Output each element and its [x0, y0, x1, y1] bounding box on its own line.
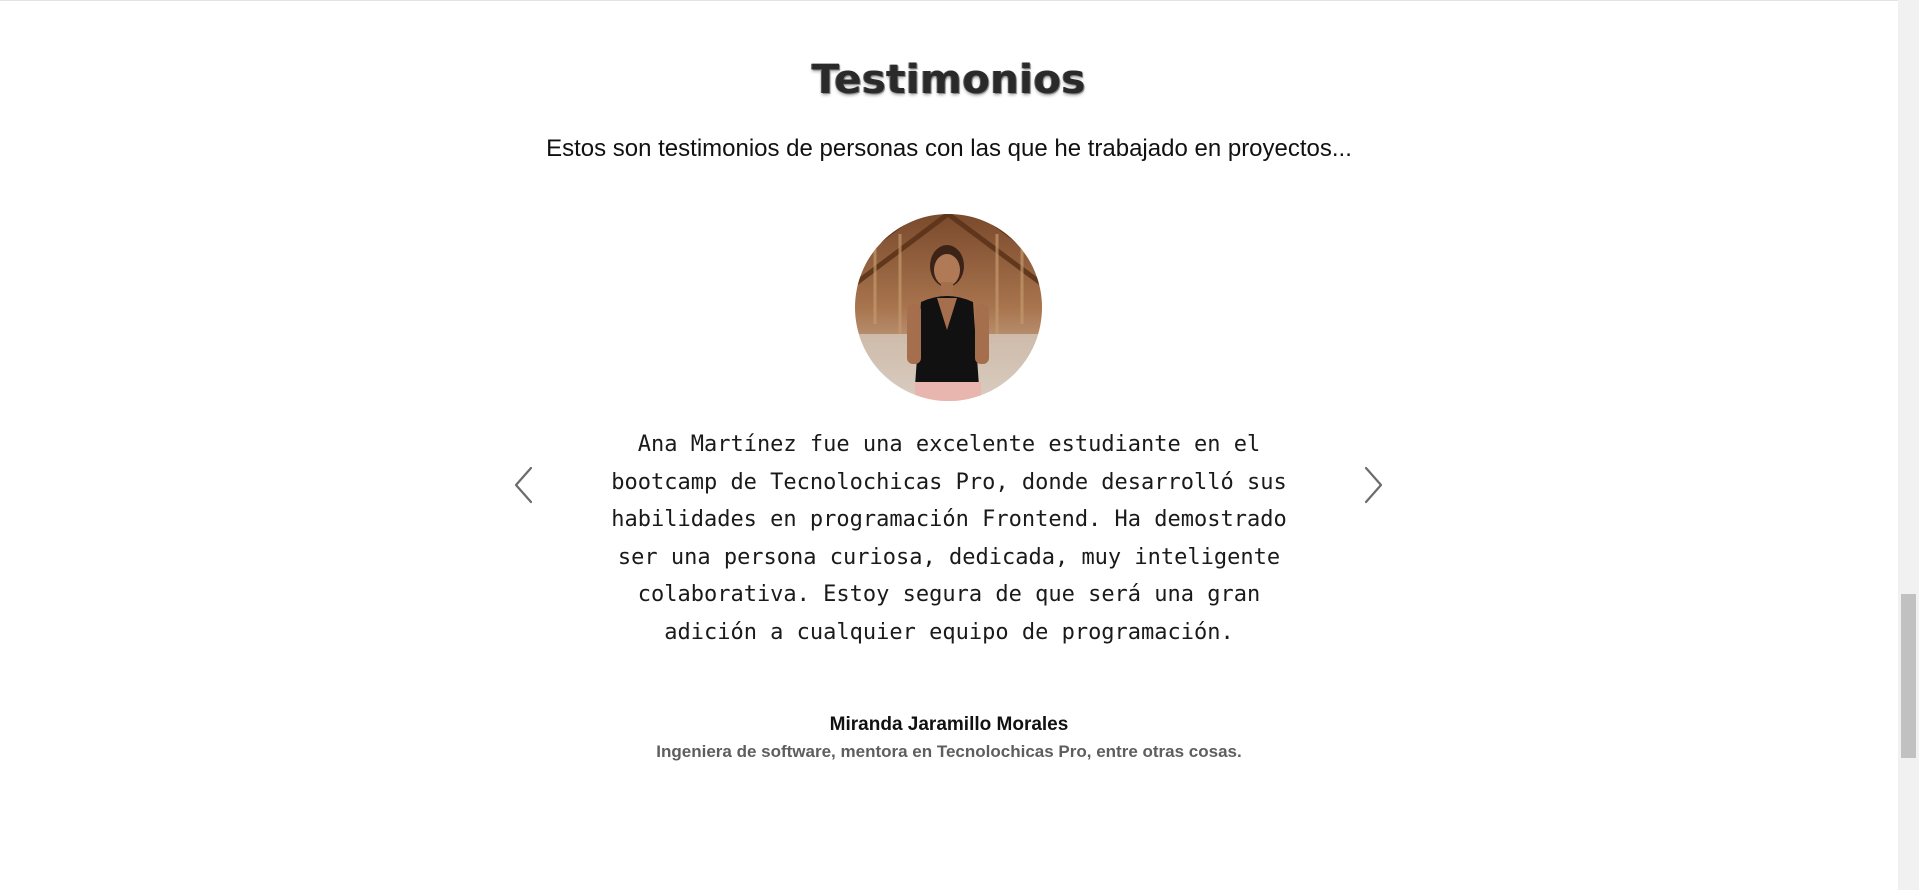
testimonials-section: Testimonios Estos son testimonios de per…: [0, 0, 1898, 890]
section-title: Testimonios: [812, 57, 1086, 103]
scrollbar-thumb[interactable]: [1901, 594, 1916, 758]
carousel-next-button[interactable]: [1358, 464, 1388, 506]
chevron-left-icon: [514, 466, 533, 504]
chevron-right-icon: [1364, 466, 1383, 504]
page: Testimonios Estos son testimonios de per…: [0, 0, 1919, 890]
section-subtitle: Estos son testimonios de personas con la…: [546, 135, 1352, 162]
testimonial-avatar: [855, 214, 1042, 401]
carousel-prev-button[interactable]: [509, 464, 539, 506]
testimonial-quote: Ana Martínez fue una excelente estudiant…: [611, 432, 1287, 645]
testimonial-role: Ingeniera de software, mentora en Tecnol…: [656, 742, 1242, 761]
page-scrollbar[interactable]: [1898, 0, 1919, 890]
testimonial-author: Miranda Jaramillo Morales: [829, 714, 1069, 735]
